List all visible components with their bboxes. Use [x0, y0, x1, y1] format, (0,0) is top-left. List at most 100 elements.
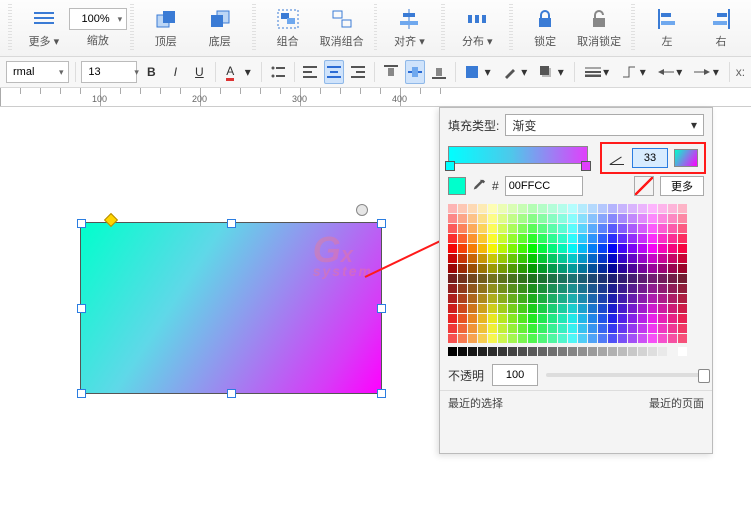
- fontsize-combo[interactable]: ▾: [81, 61, 137, 83]
- palette-cell[interactable]: [668, 347, 677, 356]
- palette-cell[interactable]: [658, 274, 667, 283]
- resize-handle-ne[interactable]: [377, 219, 386, 228]
- zoom-input[interactable]: [74, 12, 118, 26]
- palette-cell[interactable]: [638, 334, 647, 343]
- palette-cell[interactable]: [658, 304, 667, 313]
- palette-cell[interactable]: [618, 254, 627, 263]
- palette-cell[interactable]: [588, 264, 597, 273]
- palette-cell[interactable]: [468, 204, 477, 213]
- more-menu[interactable]: 更多 ▾: [22, 7, 66, 49]
- palette-cell[interactable]: [638, 274, 647, 283]
- palette-cell[interactable]: [628, 214, 637, 223]
- palette-cell[interactable]: [498, 224, 507, 233]
- halign-right-button[interactable]: 右: [699, 7, 743, 49]
- palette-cell[interactable]: [548, 254, 557, 263]
- palette-cell[interactable]: [498, 204, 507, 213]
- palette-cell[interactable]: [558, 234, 567, 243]
- palette-cell[interactable]: [448, 204, 457, 213]
- palette-cell[interactable]: [518, 314, 527, 323]
- palette-cell[interactable]: [538, 347, 547, 356]
- palette-cell[interactable]: [618, 284, 627, 293]
- palette-cell[interactable]: [548, 314, 557, 323]
- palette-cell[interactable]: [518, 324, 527, 333]
- palette-cell[interactable]: [608, 324, 617, 333]
- palette-cell[interactable]: [668, 274, 677, 283]
- palette-cell[interactable]: [608, 244, 617, 253]
- palette-cell[interactable]: [448, 264, 457, 273]
- arrow-end-button[interactable]: ▾: [690, 60, 723, 84]
- resize-handle-s[interactable]: [227, 389, 236, 398]
- palette-cell[interactable]: [498, 274, 507, 283]
- palette-cell[interactable]: [488, 204, 497, 213]
- palette-cell[interactable]: [548, 334, 557, 343]
- palette-cell[interactable]: [528, 234, 537, 243]
- palette-cell[interactable]: [548, 324, 557, 333]
- palette-cell[interactable]: [608, 224, 617, 233]
- palette-cell[interactable]: [588, 347, 597, 356]
- palette-cell[interactable]: [648, 347, 657, 356]
- palette-cell[interactable]: [598, 254, 607, 263]
- gradient-editor[interactable]: [448, 146, 588, 164]
- palette-cell[interactable]: [588, 244, 597, 253]
- palette-cell[interactable]: [458, 204, 467, 213]
- palette-cell[interactable]: [638, 324, 647, 333]
- palette-cell[interactable]: [498, 347, 507, 356]
- palette-cell[interactable]: [498, 294, 507, 303]
- resize-handle-nw[interactable]: [77, 219, 86, 228]
- palette-cell[interactable]: [568, 204, 577, 213]
- palette-cell[interactable]: [508, 304, 517, 313]
- palette-cell[interactable]: [578, 264, 587, 273]
- palette-cell[interactable]: [608, 314, 617, 323]
- palette-cell[interactable]: [478, 314, 487, 323]
- palette-cell[interactable]: [658, 347, 667, 356]
- palette-cell[interactable]: [478, 294, 487, 303]
- palette-cell[interactable]: [578, 214, 587, 223]
- palette-cell[interactable]: [578, 314, 587, 323]
- palette-cell[interactable]: [518, 244, 527, 253]
- palette-cell[interactable]: [538, 254, 547, 263]
- bullets-button[interactable]: [268, 60, 288, 84]
- palette-cell[interactable]: [608, 214, 617, 223]
- palette-cell[interactable]: [658, 204, 667, 213]
- palette-cell[interactable]: [548, 224, 557, 233]
- palette-cell[interactable]: [508, 294, 517, 303]
- palette-cell[interactable]: [668, 224, 677, 233]
- palette-cell[interactable]: [508, 204, 517, 213]
- palette-cell[interactable]: [468, 304, 477, 313]
- palette-cell[interactable]: [468, 314, 477, 323]
- palette-cell[interactable]: [528, 244, 537, 253]
- palette-cell[interactable]: [478, 254, 487, 263]
- palette-cell[interactable]: [528, 204, 537, 213]
- resize-handle-e[interactable]: [377, 304, 386, 313]
- palette-cell[interactable]: [598, 224, 607, 233]
- palette-cell[interactable]: [508, 347, 517, 356]
- connector-button[interactable]: ▾: [617, 60, 650, 84]
- palette-cell[interactable]: [458, 274, 467, 283]
- palette-cell[interactable]: [658, 224, 667, 233]
- palette-cell[interactable]: [618, 294, 627, 303]
- palette-cell[interactable]: [668, 304, 677, 313]
- palette-cell[interactable]: [678, 224, 687, 233]
- palette-cell[interactable]: [628, 274, 637, 283]
- underline-button[interactable]: U: [189, 60, 209, 84]
- palette-cell[interactable]: [618, 347, 627, 356]
- palette-cell[interactable]: [448, 304, 457, 313]
- palette-cell[interactable]: [668, 314, 677, 323]
- valign-middle-button[interactable]: [405, 60, 425, 84]
- palette-cell[interactable]: [628, 264, 637, 273]
- palette-cell[interactable]: [568, 334, 577, 343]
- palette-cell[interactable]: [648, 294, 657, 303]
- palette-cell[interactable]: [588, 254, 597, 263]
- palette-cell[interactable]: [678, 294, 687, 303]
- palette-cell[interactable]: [628, 244, 637, 253]
- palette-cell[interactable]: [558, 254, 567, 263]
- palette-cell[interactable]: [508, 314, 517, 323]
- palette-cell[interactable]: [598, 347, 607, 356]
- palette-cell[interactable]: [578, 334, 587, 343]
- palette-cell[interactable]: [588, 224, 597, 233]
- palette-cell[interactable]: [548, 347, 557, 356]
- palette-cell[interactable]: [588, 234, 597, 243]
- palette-cell[interactable]: [588, 214, 597, 223]
- palette-cell[interactable]: [598, 274, 607, 283]
- palette-cell[interactable]: [618, 274, 627, 283]
